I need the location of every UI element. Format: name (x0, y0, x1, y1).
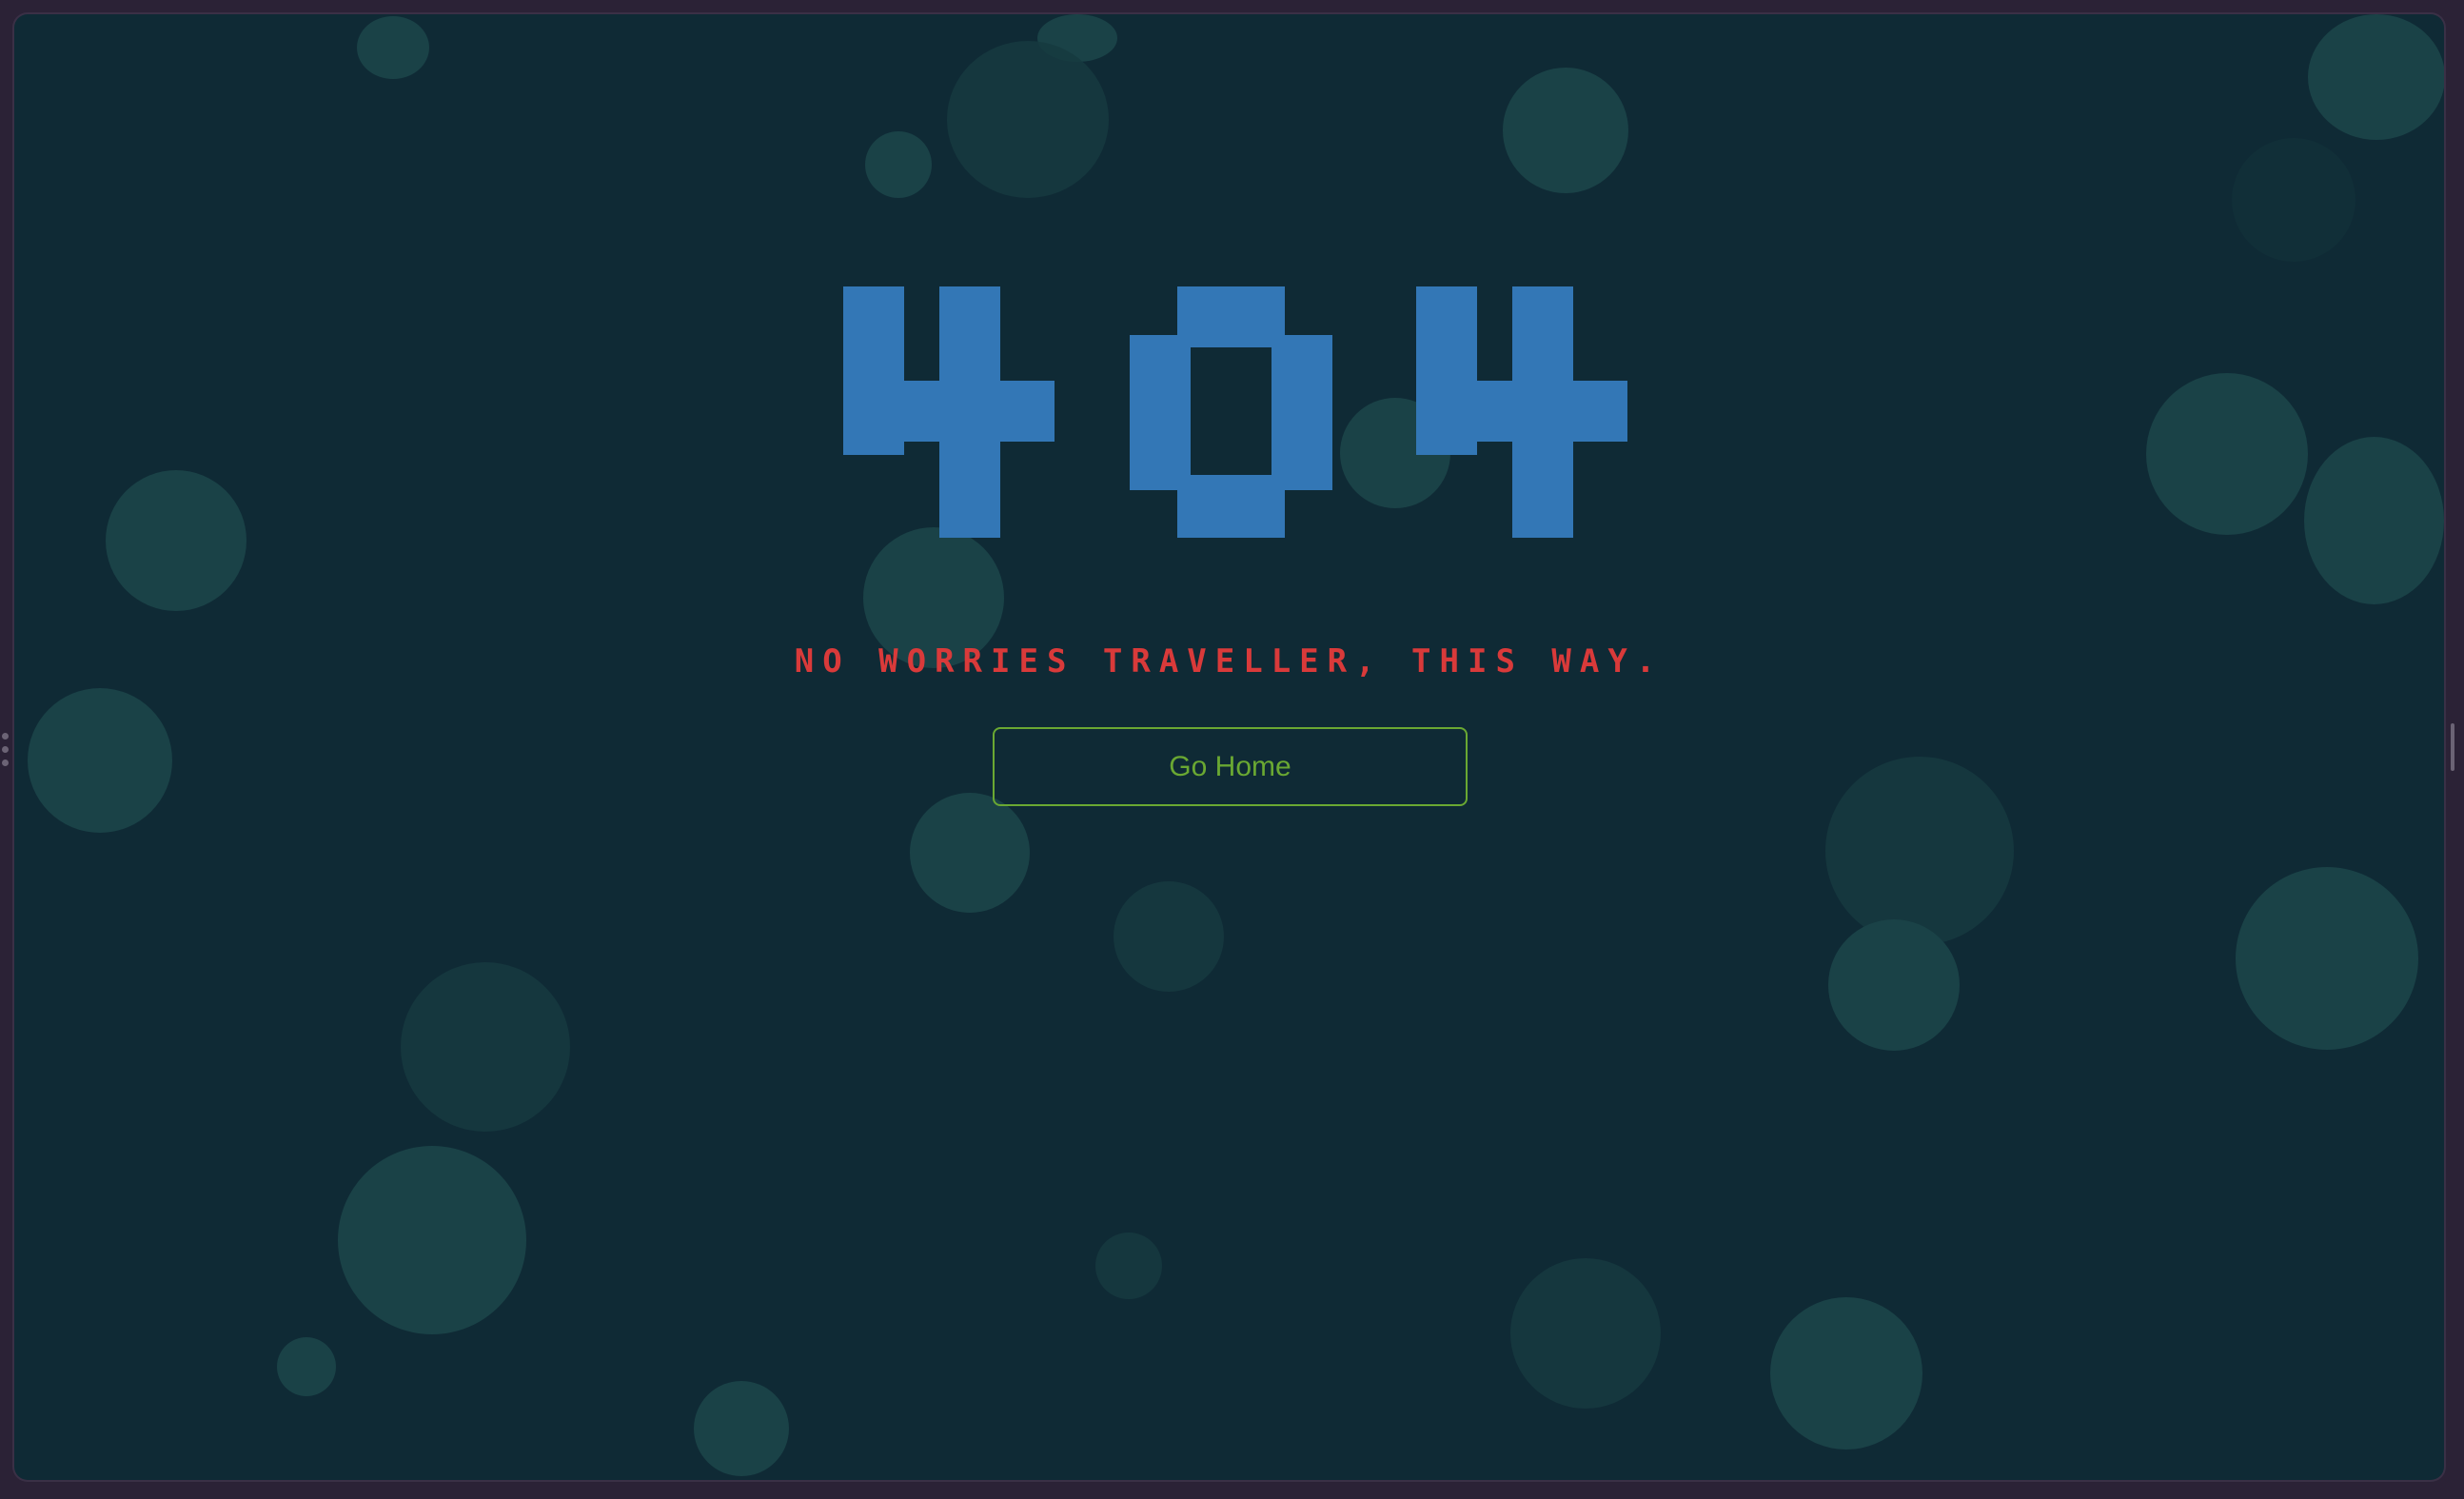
dot-icon (2, 759, 9, 766)
scrollbar-handle[interactable] (2451, 723, 2454, 771)
dot-icon (2, 733, 9, 740)
error-page-window: 404 No worries traveller, this way. Go H… (14, 14, 2444, 1480)
error-message: No worries traveller, this way. (794, 642, 1665, 680)
resize-handle-left[interactable] (2, 733, 10, 780)
digit-zero (1130, 286, 1332, 538)
digit-four-left (843, 286, 1055, 538)
go-home-button[interactable]: Go Home (993, 727, 1468, 806)
dot-icon (2, 746, 9, 753)
digit-four-right (1416, 286, 1627, 538)
